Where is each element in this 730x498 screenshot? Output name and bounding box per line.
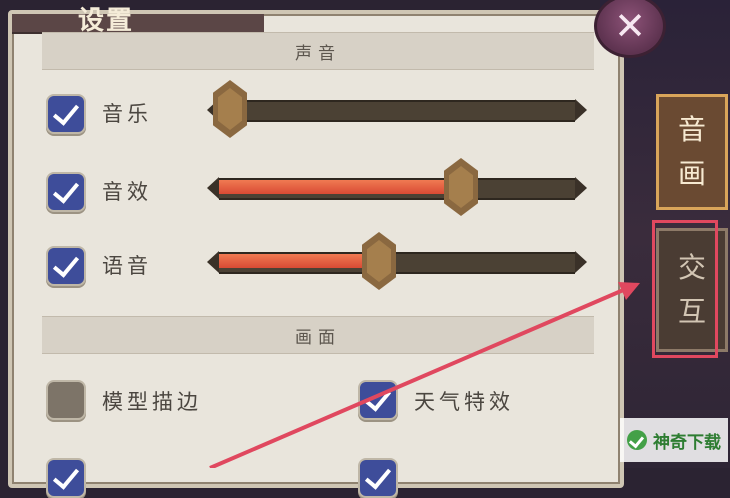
- red-arrow-annotation: [209, 282, 640, 468]
- arrow-line: [209, 286, 629, 468]
- watermark: 神奇下载: [620, 418, 728, 462]
- watermark-text: 神奇下载: [653, 432, 721, 453]
- watermark-logo-icon: [627, 430, 647, 450]
